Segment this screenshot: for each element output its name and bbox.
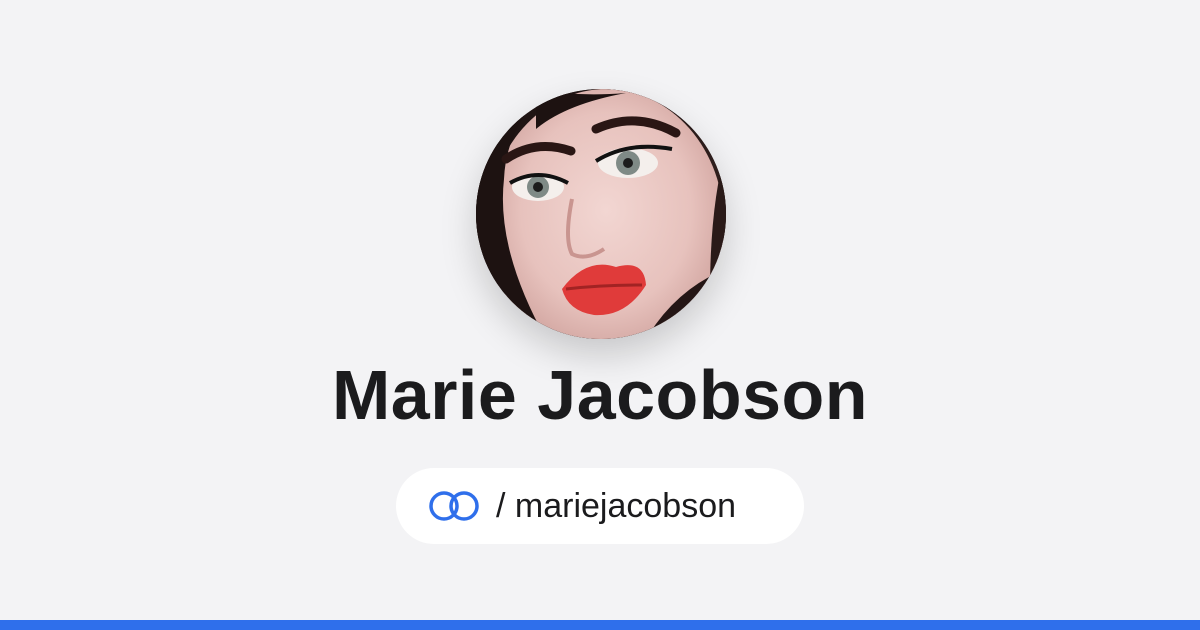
profile-avatar [476, 89, 726, 339]
profile-handle-link[interactable]: / mariejacobson [396, 468, 804, 544]
avatar-photo [476, 89, 726, 339]
accent-bar [0, 620, 1200, 630]
linked-rings-icon [429, 491, 479, 521]
profile-handle: / mariejacobson [496, 486, 737, 525]
profile-name: Marie Jacobson [331, 356, 869, 434]
